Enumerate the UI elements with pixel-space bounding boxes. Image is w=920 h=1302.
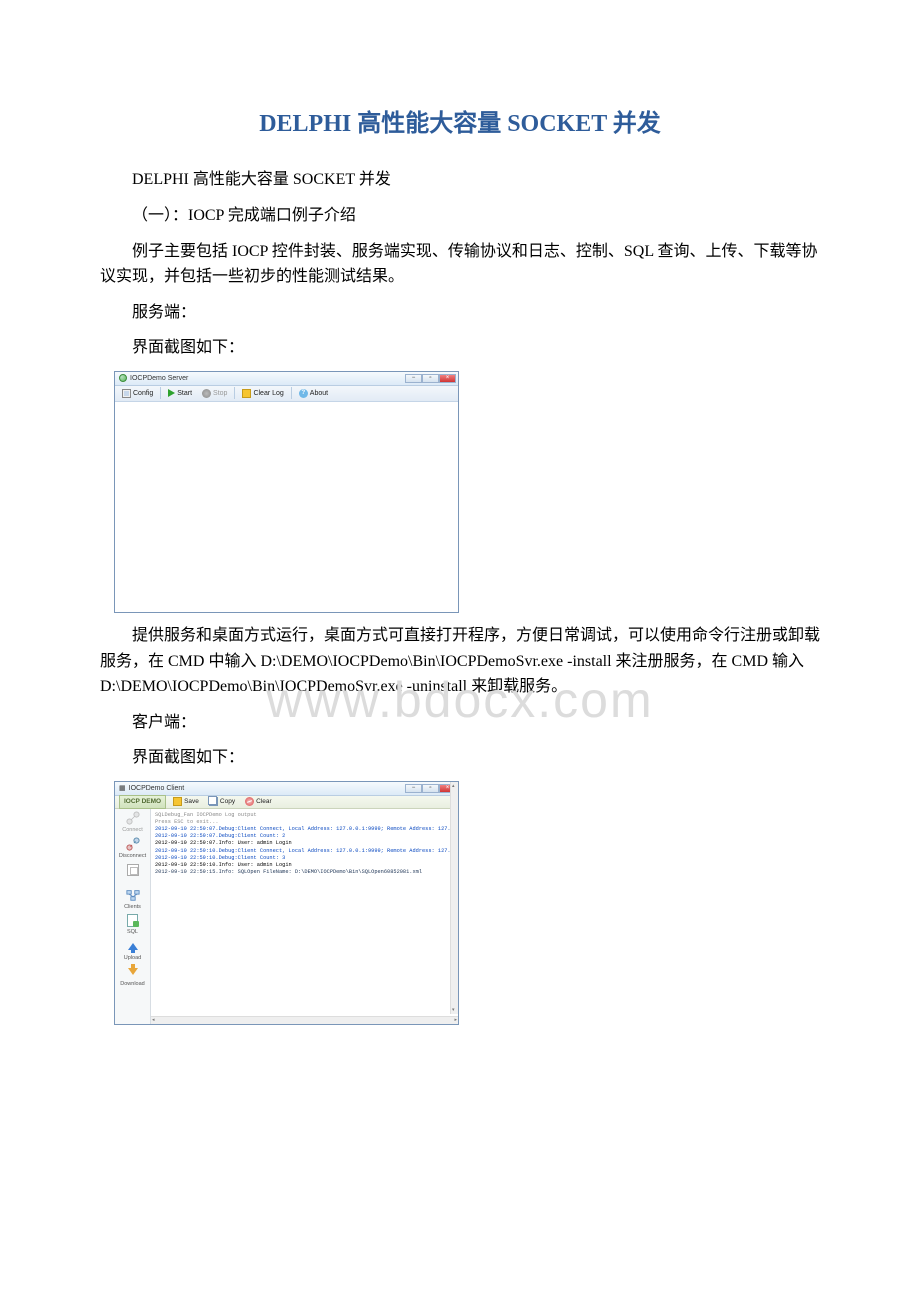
label: Config (133, 388, 153, 399)
log-line: 2012-09-10 22:59:10.Debug:Client Count: … (155, 855, 454, 862)
label: Stop (213, 388, 227, 399)
download-icon (126, 965, 140, 979)
log-line: Press ESC to exit... (155, 819, 454, 826)
log-line: 2012-09-10 22:59:10.Info: User: admin Lo… (155, 862, 454, 869)
log-line: 2012-09-10 22:59:15.Info: SQLOpen FileNa… (155, 869, 454, 876)
label: Copy (220, 797, 235, 807)
log-area (115, 402, 458, 612)
paragraph: 提供服务和桌面方式运行，桌面方式可直接打开程序，方便日常调试，可以使用命令行注册… (100, 623, 820, 700)
play-icon (168, 389, 175, 397)
window-title: IOCPDemo Client (129, 783, 185, 794)
log-line: 2012-09-10 22:59:07.Debug:Client Connect… (155, 826, 454, 833)
sidebar: Connect Disconnect Client (115, 809, 151, 1024)
sidebar-item-connect[interactable]: Connect (122, 811, 143, 835)
clear-button[interactable]: Clear (242, 796, 275, 808)
toolbar: Config Start Stop Clear Log ? About (115, 386, 458, 402)
titlebar: ▦ IOCPDemo Client − ▫ × (115, 782, 458, 796)
sql-icon (126, 913, 140, 927)
paragraph: 客户端： (100, 710, 820, 736)
window-title: IOCPDemo Server (130, 373, 188, 384)
clear-icon (245, 797, 254, 806)
copy-button[interactable]: Copy (206, 796, 238, 808)
label: Upload (124, 954, 141, 963)
log-area[interactable]: SQLDebug_Fan IOCPDemo Log outputPress ES… (151, 809, 458, 1024)
sidebar-item-clients[interactable]: Clients (124, 888, 141, 912)
app-icon: ▦ (119, 783, 126, 794)
titlebar: IOCPDemo Server − ▫ × (115, 372, 458, 386)
server-window: IOCPDemo Server − ▫ × Config Start Stop … (114, 371, 459, 613)
save-icon (173, 797, 182, 806)
paragraph: 界面截图如下： (100, 335, 820, 361)
disconnect-icon (126, 837, 140, 851)
connect-icon (126, 811, 140, 825)
about-button[interactable]: ? About (296, 387, 331, 400)
sidebar-item-sql[interactable]: SQL (126, 913, 140, 937)
save-button[interactable]: Save (170, 796, 202, 808)
toolbar: IOCP DEMO Save Copy Clear (115, 796, 458, 809)
scrollbar-horizontal[interactable] (151, 1016, 458, 1024)
app-icon (119, 374, 127, 382)
stop-icon (202, 389, 211, 398)
minimize-button[interactable]: − (405, 374, 422, 383)
clients-icon (126, 888, 140, 902)
log-line: 2012-09-10 22:59:07.Info: User: admin Lo… (155, 840, 454, 847)
paragraph: 例子主要包括 IOCP 控件封装、服务端实现、传输协议和日志、控制、SQL 查询… (100, 239, 820, 290)
label: SQL (127, 928, 138, 937)
label: Start (177, 388, 192, 399)
start-button[interactable]: Start (165, 387, 195, 400)
client-window: ▦ IOCPDemo Client − ▫ × IOCP DEMO Save C… (114, 781, 459, 1025)
sidebar-item-upload[interactable]: Upload (124, 939, 141, 963)
stop-button[interactable]: Stop (199, 387, 230, 400)
upload-icon (126, 939, 140, 953)
label: Clear (256, 797, 272, 807)
maximize-button[interactable]: ▫ (422, 374, 439, 383)
label: Clients (124, 903, 141, 912)
label: Connect (122, 826, 143, 835)
sidebar-item-download[interactable]: Download (120, 965, 144, 989)
config-icon (122, 389, 131, 398)
paragraph: 服务端： (100, 300, 820, 326)
scrollbar-vertical[interactable] (450, 782, 458, 1014)
minimize-button[interactable]: − (405, 784, 422, 793)
iocp-demo-badge: IOCP DEMO (119, 795, 166, 809)
label: Clear Log (253, 388, 283, 399)
about-icon: ? (299, 389, 308, 398)
log-line: 2012-09-10 22:59:10.Debug:Client Connect… (155, 848, 454, 855)
log-line: 2012-09-10 22:59:07.Debug:Client Count: … (155, 833, 454, 840)
blank-icon (126, 863, 140, 877)
paragraph: 界面截图如下： (100, 745, 820, 771)
maximize-button[interactable]: ▫ (422, 784, 439, 793)
label: About (310, 388, 328, 399)
sidebar-item-blank[interactable] (126, 863, 140, 878)
close-button[interactable]: × (439, 374, 456, 383)
paragraph: DELPHI 高性能大容量 SOCKET 并发 (100, 167, 820, 193)
clearlog-button[interactable]: Clear Log (239, 387, 286, 400)
separator (234, 387, 235, 399)
document-title: DELPHI 高性能大容量 SOCKET 并发 (100, 105, 820, 143)
paragraph: （一）：IOCP 完成端口例子介绍 (100, 203, 820, 229)
client-body: Connect Disconnect Client (115, 809, 458, 1024)
clearlog-icon (242, 389, 251, 398)
label: Download (120, 980, 144, 989)
label: Disconnect (119, 852, 146, 861)
separator (291, 387, 292, 399)
sidebar-item-disconnect[interactable]: Disconnect (119, 837, 146, 861)
log-line: SQLDebug_Fan IOCPDemo Log output (155, 812, 454, 819)
separator (160, 387, 161, 399)
copy-icon (209, 797, 218, 806)
config-button[interactable]: Config (119, 387, 156, 400)
label: Save (184, 797, 199, 807)
